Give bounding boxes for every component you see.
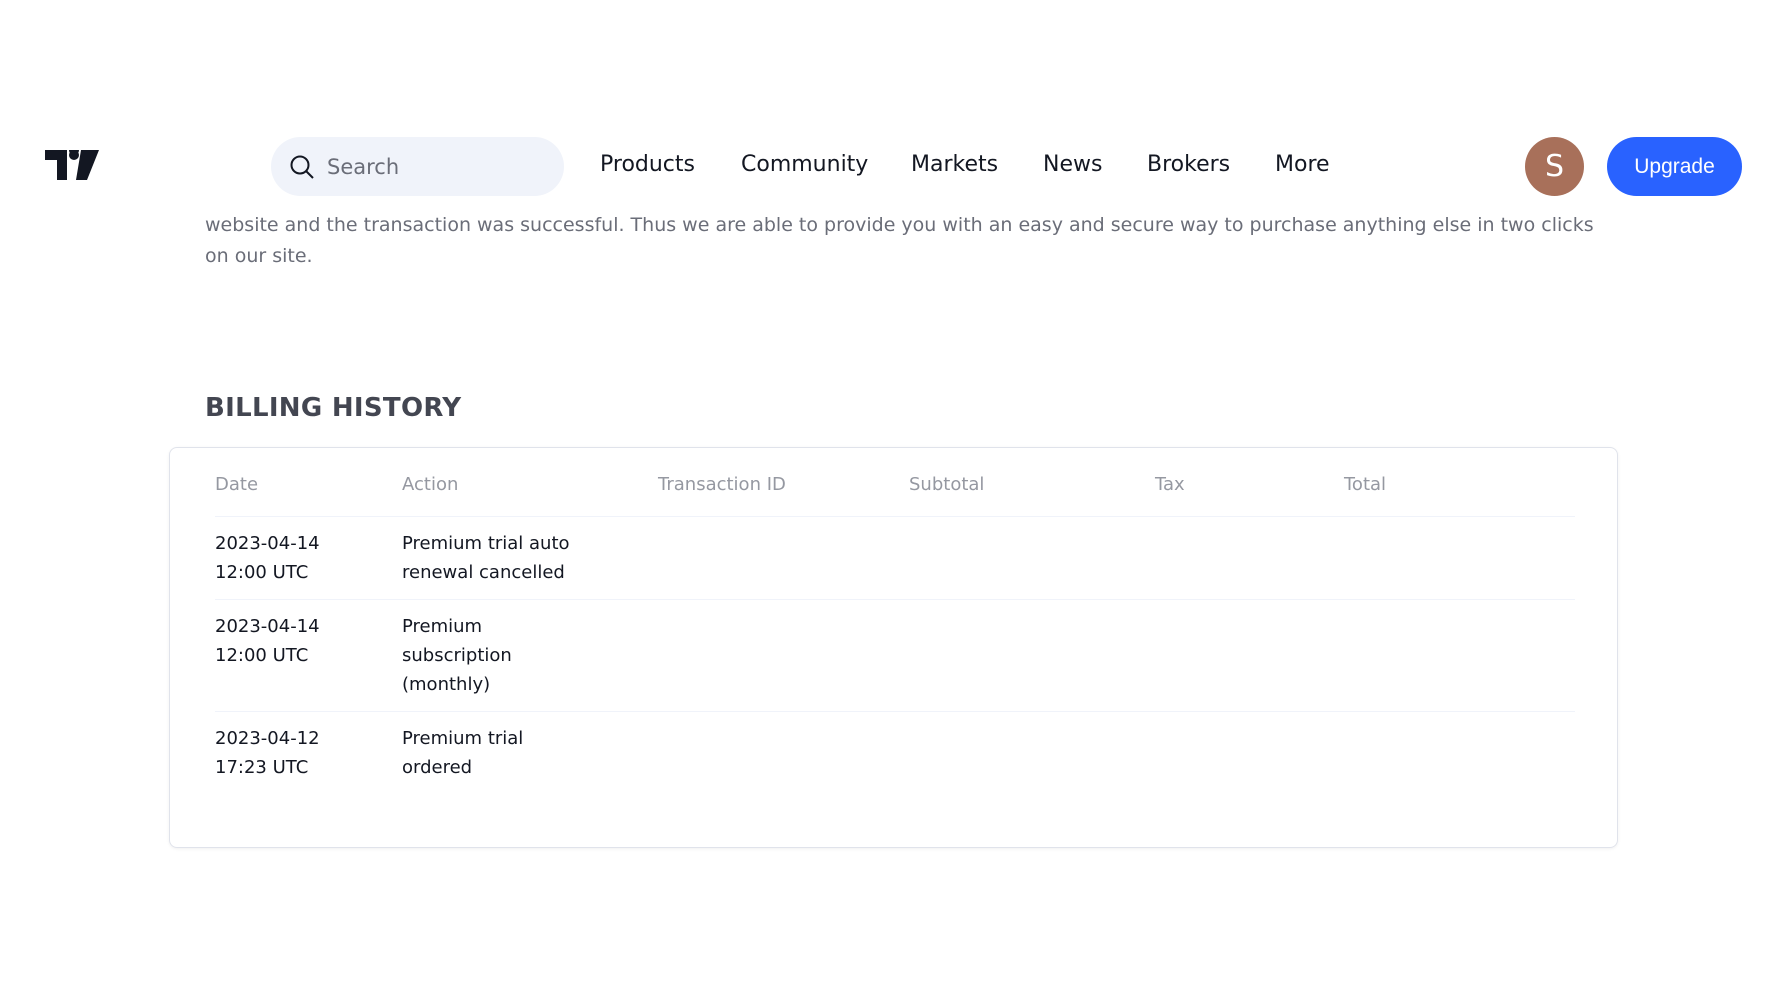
billing-history-title: BILLING HISTORY	[205, 393, 462, 423]
search-placeholder: Search	[327, 154, 400, 179]
nav-products[interactable]: Products	[600, 152, 695, 177]
row-date: 2023-04-14 12:00 UTC	[215, 599, 402, 712]
row-date: 2023-04-12 17:23 UTC	[215, 727, 320, 778]
row-action: Premium subscription (monthly)	[402, 599, 658, 712]
billing-table: Date Action Transaction ID Subtotal Tax …	[215, 474, 1575, 794]
row-date: 2023-04-14 12:00 UTC	[215, 516, 402, 600]
col-action: Action	[402, 474, 658, 517]
col-subtotal: Subtotal	[909, 474, 1155, 517]
billing-history-card: Date Action Transaction ID Subtotal Tax …	[169, 447, 1618, 848]
col-transaction-id: Transaction ID	[658, 474, 909, 517]
col-date: Date	[215, 474, 402, 517]
table-header: Date Action Transaction ID Subtotal Tax …	[215, 474, 1575, 517]
search-icon	[290, 155, 314, 179]
upgrade-button[interactable]: Upgrade	[1607, 137, 1742, 196]
tradingview-logo[interactable]	[45, 150, 99, 180]
nav-markets[interactable]: Markets	[911, 152, 998, 177]
table-row: 2023-04-14 12:00 UTC Premium trial auto r…	[215, 516, 1575, 600]
nav-brokers[interactable]: Brokers	[1147, 152, 1230, 177]
col-tax: Tax	[1155, 474, 1344, 517]
intro-text: website and the transaction was successf…	[205, 214, 1594, 267]
table-row: 2023-04-14 12:00 UTC Premium subscription…	[215, 599, 1575, 712]
table-row: 2023-04-12 17:23 UTC Premium trial ordere…	[215, 711, 1575, 794]
col-total: Total	[1344, 474, 1575, 517]
nav-news[interactable]: News	[1043, 152, 1102, 177]
row-action: Premium trial auto renewal cancelled	[402, 516, 658, 600]
avatar[interactable]: S	[1525, 137, 1584, 196]
nav-community[interactable]: Community	[741, 152, 868, 177]
search-input[interactable]: Search	[271, 137, 564, 196]
nav-more[interactable]: More	[1275, 152, 1330, 177]
row-action: Premium trial ordered	[402, 727, 524, 778]
